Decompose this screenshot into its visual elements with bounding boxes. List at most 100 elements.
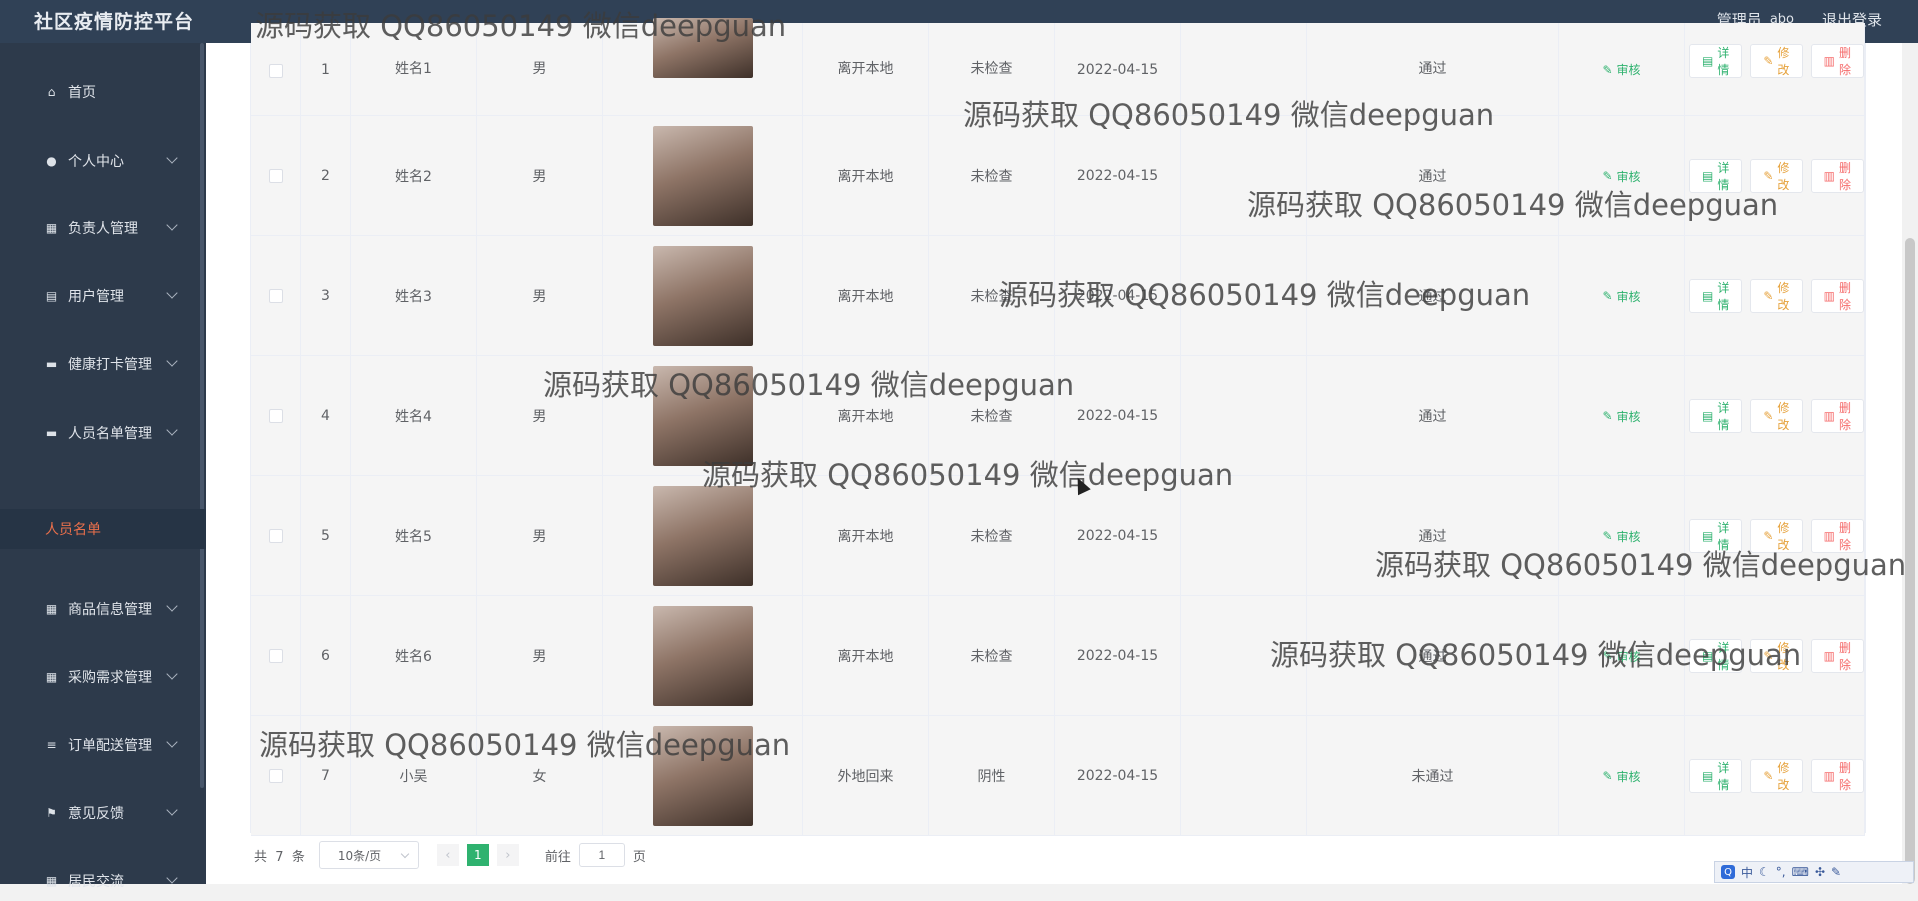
table-cell: 姓名5	[351, 476, 477, 596]
audit-link[interactable]: ✎ 审核	[1602, 288, 1640, 305]
keyboard-icon[interactable]: ⌨	[1792, 865, 1809, 879]
main-content: 1 姓名1 男离开本地 未检查 2022-04-15 通过 ✎ 审核 ▤ 详情 ✎ 修改 ▥ 删除 2 姓名2…	[206, 18, 1918, 884]
delete-button[interactable]: ▥ 删除	[1810, 639, 1864, 673]
row-checkbox[interactable]	[268, 169, 283, 183]
table-row: 3 姓名3 男离开本地 未检查 2022-04-15 通过 ✎ 审核 ▤ 详情 ✎ 修改 ▥ 删除	[251, 236, 1865, 356]
audit-link[interactable]: ✎ 审核	[1602, 168, 1640, 185]
goto-page-input[interactable]	[578, 843, 625, 867]
detail-button[interactable]: ▤ 详情	[1689, 759, 1743, 793]
cell-status: 离开本地	[837, 169, 894, 185]
sidebar-item-4[interactable]: ▬ 健康打卡管理	[0, 344, 206, 384]
table-cell: ✎ 审核	[1559, 716, 1685, 836]
edit-button[interactable]: ✎ 修改	[1750, 639, 1803, 673]
trash-icon: ▥	[1823, 169, 1835, 183]
sidebar-item-1[interactable]: ● 个人中心	[0, 141, 206, 181]
pencil-icon: ✎	[1763, 289, 1774, 303]
sidebar-item-5[interactable]: ▬ 人员名单管理	[0, 413, 206, 453]
delete-button[interactable]: ▥ 删除	[1810, 759, 1864, 793]
detail-button[interactable]: ▤ 详情	[1689, 519, 1743, 553]
sidebar-item-0[interactable]: ⌂ 首页	[0, 72, 206, 112]
detail-button[interactable]: ▤ 详情	[1689, 399, 1743, 433]
pencil-icon: ✎	[1602, 769, 1613, 783]
table-cell	[1181, 596, 1307, 716]
skin-icon[interactable]: ✣	[1815, 865, 1825, 879]
audit-link[interactable]: ✎ 审核	[1602, 61, 1640, 78]
table-cell: 姓名3	[351, 236, 477, 356]
audit-link[interactable]: ✎ 审核	[1602, 768, 1640, 785]
sidebar-item-10[interactable]: ⚑ 意见反馈	[0, 793, 206, 833]
page-size-select[interactable]: 10条/页	[318, 841, 419, 869]
sidebar-item-3[interactable]: ▤ 用户管理	[0, 276, 206, 316]
cell-gender: 男	[532, 61, 547, 77]
audit-link[interactable]: ✎ 审核	[1602, 648, 1640, 665]
tools-icon[interactable]: ✎	[1831, 865, 1841, 879]
punctuation-icon[interactable]: °,	[1776, 865, 1786, 879]
row-checkbox[interactable]	[268, 64, 283, 78]
row-checkbox[interactable]	[268, 769, 283, 783]
cell-name: 姓名6	[395, 649, 432, 665]
table-cell: 阴性	[929, 716, 1055, 836]
table-cell: 通过	[1307, 23, 1559, 116]
page-number-current[interactable]: 1	[466, 844, 489, 866]
table-cell	[251, 716, 301, 836]
row-checkbox[interactable]	[268, 649, 283, 663]
table-cell: 7	[301, 716, 351, 836]
detail-button[interactable]: ▤ 详情	[1689, 279, 1743, 313]
cell-status: 外地回来	[837, 769, 894, 785]
scrollbar-thumb[interactable]	[1905, 238, 1915, 884]
sidebar-subitem-personnel-list[interactable]: 人员名单	[0, 509, 206, 549]
edit-button[interactable]: ✎ 修改	[1750, 159, 1803, 193]
row-checkbox[interactable]	[268, 529, 283, 543]
detail-button[interactable]: ▤ 详情	[1689, 44, 1743, 78]
table-cell	[603, 18, 803, 116]
table-cell: 5	[301, 476, 351, 596]
audit-label: 审核	[1616, 769, 1641, 784]
sidebar-item-11[interactable]: ▦ 居民交流	[0, 861, 206, 901]
sidebar-item-9[interactable]: ≡ 订单配送管理	[0, 725, 206, 765]
ime-toolbar[interactable]: Q 中 ☾ °, ⌨ ✣ ✎	[1714, 861, 1914, 883]
audit-link[interactable]: ✎ 审核	[1602, 408, 1640, 425]
detail-button[interactable]: ▤ 详情	[1689, 639, 1743, 673]
prev-page-button[interactable]: ‹	[436, 844, 459, 866]
edit-button[interactable]: ✎ 修改	[1750, 399, 1803, 433]
audit-link[interactable]: ✎ 审核	[1602, 528, 1640, 545]
detail-label: 详情	[1717, 281, 1730, 312]
cell-name: 姓名2	[395, 169, 432, 185]
next-page-button[interactable]: ›	[496, 844, 519, 866]
sidebar-item-2[interactable]: ▦ 负责人管理	[0, 208, 206, 248]
sidebar-item-label: 首页	[68, 85, 96, 101]
chevron-down-icon	[166, 736, 178, 748]
ime-language[interactable]: 中	[1741, 864, 1753, 881]
cell-result: 通过	[1418, 409, 1447, 425]
page-scrollbar[interactable]	[1902, 43, 1918, 884]
row-checkbox[interactable]	[268, 289, 283, 303]
edit-label: 修改	[1777, 46, 1790, 77]
sidebar-item-8[interactable]: ▦ 采购需求管理	[0, 657, 206, 697]
person-icon: ●	[46, 154, 57, 168]
sidebar-item-label: 居民交流	[68, 874, 124, 890]
edit-button[interactable]: ✎ 修改	[1750, 519, 1803, 553]
edit-button[interactable]: ✎ 修改	[1750, 44, 1803, 78]
avatar-photo	[652, 726, 753, 826]
total-suffix: 条	[291, 849, 305, 865]
chat-icon: ▬	[45, 426, 58, 440]
row-checkbox[interactable]	[268, 409, 283, 423]
table-cell: ▤ 详情 ✎ 修改 ▥ 删除	[1685, 116, 1865, 236]
edit-button[interactable]: ✎ 修改	[1750, 759, 1803, 793]
table-cell: 离开本地	[803, 23, 929, 116]
row-actions: ▤ 详情 ✎ 修改 ▥ 删除	[1689, 44, 1864, 78]
delete-button[interactable]: ▥ 删除	[1810, 159, 1864, 193]
sidebar-item-7[interactable]: ▦ 商品信息管理	[0, 589, 206, 629]
delete-button[interactable]: ▥ 删除	[1810, 44, 1864, 78]
moon-icon[interactable]: ☾	[1759, 865, 1770, 879]
delete-button[interactable]: ▥ 删除	[1810, 519, 1864, 553]
cell-result: 未通过	[1411, 769, 1454, 785]
avatar-photo	[652, 366, 753, 466]
detail-button[interactable]: ▤ 详情	[1689, 159, 1743, 193]
pencil-icon: ✎	[1602, 649, 1613, 663]
edit-button[interactable]: ✎ 修改	[1750, 279, 1803, 313]
chevron-down-icon	[166, 355, 178, 367]
cell-result: 通过	[1418, 169, 1447, 185]
delete-button[interactable]: ▥ 删除	[1810, 279, 1864, 313]
delete-button[interactable]: ▥ 删除	[1810, 399, 1864, 433]
